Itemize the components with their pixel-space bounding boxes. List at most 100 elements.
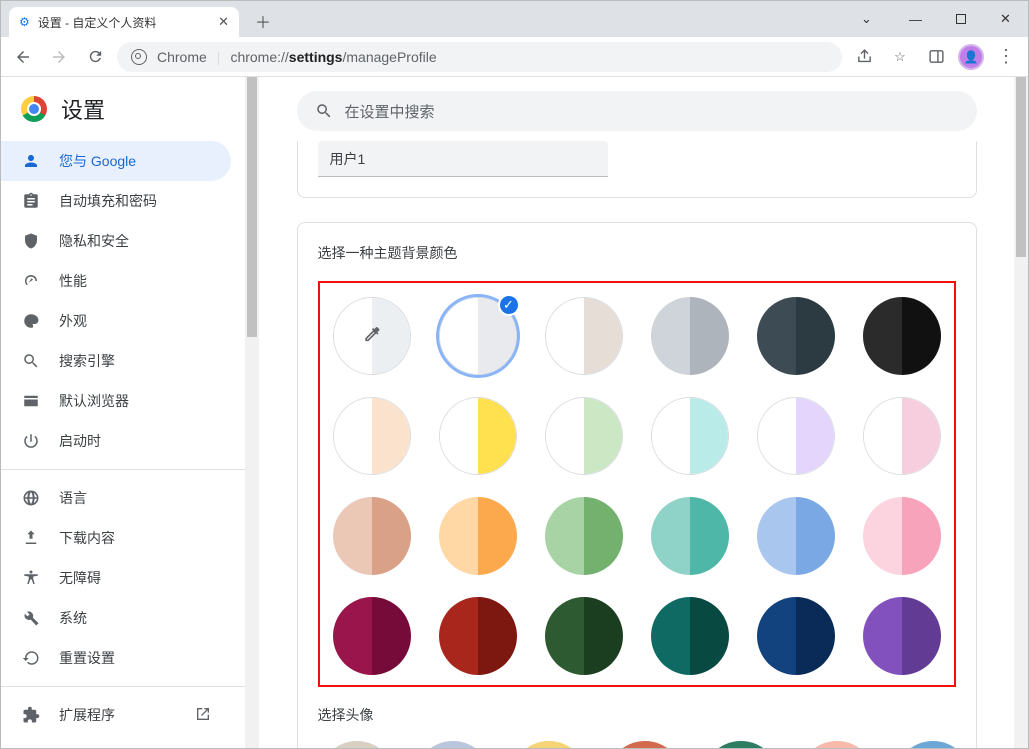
maximize-button[interactable] [938,4,983,34]
sidebar-item-label: 系统 [59,608,87,628]
theme-swatch-peach[interactable] [333,397,411,475]
avatar-option-4[interactable] [702,741,780,748]
theme-swatch-black[interactable] [863,297,941,375]
search-icon [315,102,333,120]
sidebar-item-startup[interactable]: 启动时 [1,421,231,461]
menu-button[interactable]: ⋮ [992,43,1020,71]
theme-swatch-deep-teal[interactable] [651,597,729,675]
theme-swatch-red[interactable] [439,597,517,675]
browser-icon [21,392,41,410]
theme-swatch-blue[interactable] [757,497,835,575]
wrench-icon [21,609,41,627]
theme-swatch-custom[interactable] [333,297,411,375]
speed-icon [21,272,41,290]
theme-swatch-yellow[interactable] [439,397,517,475]
theme-swatch-slate[interactable] [757,297,835,375]
theme-swatch-teal[interactable] [651,497,729,575]
page-title: 设置 [61,93,105,125]
avatar-option-6[interactable] [894,741,956,748]
theme-swatch-purple[interactable] [863,597,941,675]
extension-icon [21,706,41,724]
power-icon [21,432,41,450]
tab-overflow-button[interactable]: ⌄ [844,4,889,34]
avatar-option-5[interactable] [798,741,876,748]
person-icon [21,152,41,170]
sidebar-item-label: 语言 [59,488,87,508]
sidebar-item-label: 下载内容 [59,528,115,548]
url-text: chrome://settings/manageProfile [230,49,436,65]
profile-avatar-button[interactable]: 👤 [958,44,984,70]
sidebar-item-languages[interactable]: 语言 [1,478,231,518]
close-tab-icon[interactable]: ✕ [218,14,229,30]
close-window-button[interactable]: ✕ [983,4,1028,34]
sidebar-item-autofill[interactable]: 自动填充和密码 [1,181,231,221]
avatar-option-2[interactable] [510,741,588,748]
theme-swatch-pink[interactable] [863,397,941,475]
sidebar-item-default[interactable]: 默认浏览器 [1,381,231,421]
url-label: Chrome [157,49,207,65]
sidebar-item-performance[interactable]: 性能 [1,261,231,301]
sidebar-item-accessibility[interactable]: 无障碍 [1,558,231,598]
sidebar-item-downloads[interactable]: 下载内容 [1,518,231,558]
theme-swatch-orange[interactable] [439,497,517,575]
eyedropper-icon [362,325,382,348]
theme-swatch-navy[interactable] [757,597,835,675]
back-button[interactable] [9,43,37,71]
sidebar-item-extensions[interactable]: 扩展程序 [1,695,231,735]
chrome-logo-icon [131,49,147,65]
check-icon: ✓ [498,294,520,316]
avatar-option-0[interactable] [318,741,396,748]
gear-icon: ⚙ [19,15,30,29]
globe-icon [21,489,41,507]
window-controls: ⌄ — ✕ [844,1,1028,37]
theme-swatch-rose[interactable] [863,497,941,575]
sidebar-item-label: 默认浏览器 [59,391,129,411]
main-scrollbar[interactable] [1014,77,1028,748]
share-icon[interactable] [850,43,878,71]
theme-swatch-terracotta[interactable] [333,497,411,575]
theme-swatch-mint[interactable] [545,397,623,475]
sidebar-item-reset[interactable]: 重置设置 [1,638,231,678]
restore-icon [21,649,41,667]
settings-search[interactable]: 在设置中搜索 [297,91,977,131]
avatar-option-1[interactable] [414,741,492,748]
search-icon [21,352,41,370]
sidebar-item-label: 性能 [59,271,87,291]
theme-color-grid: ✓ [330,297,944,675]
titlebar: ⚙ 设置 - 自定义个人资料 ✕ ＋ ⌄ — ✕ [1,1,1028,37]
theme-swatch-cyan[interactable] [651,397,729,475]
profile-name-input[interactable] [318,141,608,177]
theme-swatch-warm-grey[interactable] [545,297,623,375]
address-bar[interactable]: Chrome | chrome://settings/manageProfile [117,42,842,72]
sidebar-item-you-and-google[interactable]: 您与 Google [1,141,231,181]
theme-swatch-cool-grey[interactable] [651,297,729,375]
sidebar-item-system[interactable]: 系统 [1,598,231,638]
side-panel-icon[interactable] [922,43,950,71]
bookmark-icon[interactable]: ☆ [886,43,914,71]
tab-title: 设置 - 自定义个人资料 [38,14,157,31]
sidebar-item-search[interactable]: 搜索引擎 [1,341,231,381]
sidebar-item-label: 自动填充和密码 [59,191,157,211]
avatar-row [318,731,956,748]
minimize-button[interactable]: — [893,4,938,34]
theme-swatch-lilac[interactable] [757,397,835,475]
theme-section-label: 选择一种主题背景颜色 [318,243,956,263]
avatar-option-3[interactable] [606,741,684,748]
sidebar-item-appearance[interactable]: 外观 [1,301,231,341]
sidebar-scrollbar[interactable] [245,77,259,748]
forward-button[interactable] [45,43,73,71]
reload-button[interactable] [81,43,109,71]
sidebar-item-privacy[interactable]: 隐私和安全 [1,221,231,261]
accessibility-icon [21,569,41,587]
theme-swatch-forest[interactable] [545,597,623,675]
theme-swatch-green[interactable] [545,497,623,575]
new-tab-button[interactable]: ＋ [249,7,277,35]
theme-swatch-wine[interactable] [333,597,411,675]
browser-tab[interactable]: ⚙ 设置 - 自定义个人资料 ✕ [9,7,239,37]
palette-icon [21,312,41,330]
shield-icon [21,232,41,250]
sidebar-item-label: 外观 [59,311,87,331]
sidebar: 设置 您与 Google 自动填充和密码隐私和安全性能外观搜索引擎默认浏览器启动时… [1,77,245,748]
download-icon [21,529,41,547]
highlight-box: ✓ [318,281,956,687]
